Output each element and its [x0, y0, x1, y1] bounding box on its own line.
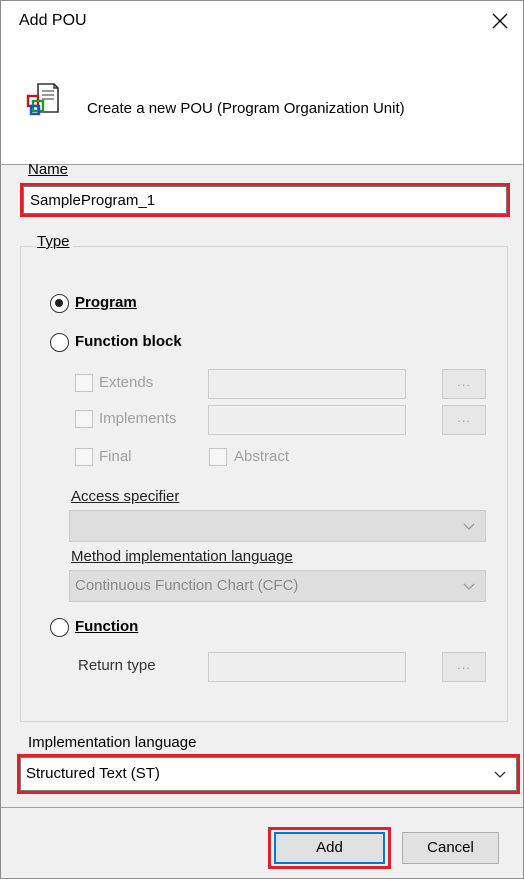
return-type-input[interactable] [208, 652, 406, 682]
access-specifier-label: Access specifier [71, 488, 180, 505]
dialog-header: Create a new POU (Program Organization U… [1, 41, 523, 165]
method-impl-label: Method implementation language [71, 548, 293, 565]
method-impl-value: Continuous Function Chart (CFC) [75, 577, 299, 594]
type-groupbox [20, 246, 508, 722]
program-label: Program [75, 294, 137, 311]
abstract-checkbox[interactable] [209, 448, 227, 466]
type-group-label: Type [34, 233, 73, 250]
add-button[interactable]: Add [274, 832, 385, 864]
extends-checkbox[interactable] [75, 374, 93, 392]
access-specifier-select[interactable] [69, 510, 486, 542]
extends-label: Extends [99, 374, 154, 391]
implements-browse-button[interactable]: ... [442, 405, 486, 435]
function-radio[interactable] [50, 618, 69, 637]
chevron-down-icon [463, 583, 475, 590]
abstract-label: Abstract [234, 448, 290, 465]
dialog-title: Add POU [19, 12, 87, 29]
return-type-browse-button[interactable]: ... [442, 652, 486, 682]
method-impl-select[interactable]: Continuous Function Chart (CFC) [69, 570, 486, 602]
final-label: Final [99, 448, 132, 465]
chevron-down-icon [494, 771, 506, 778]
footer-divider [1, 807, 523, 808]
implementation-language-select[interactable]: Structured Text (ST) [20, 757, 517, 791]
dialog-content: Name Type Program Function block Extends… [1, 161, 523, 806]
implementation-language-value: Structured Text (ST) [26, 765, 160, 782]
function-block-radio[interactable] [50, 333, 69, 352]
cancel-button[interactable]: Cancel [402, 832, 499, 864]
implements-input[interactable] [208, 405, 406, 435]
close-icon [492, 13, 508, 29]
title-bar: Add POU [1, 1, 523, 41]
pou-document-icon [26, 83, 59, 116]
dialog-description: Create a new POU (Program Organization U… [87, 100, 405, 117]
name-label: Name [28, 161, 69, 178]
close-button[interactable] [477, 1, 523, 41]
program-radio[interactable] [50, 294, 69, 313]
implements-label: Implements [99, 410, 177, 427]
chevron-down-icon [463, 523, 475, 530]
implementation-language-label: Implementation language [28, 734, 197, 751]
function-block-label: Function block [75, 333, 182, 350]
final-checkbox[interactable] [75, 448, 93, 466]
add-pou-dialog: Add POU Create a new POU (Program Organi… [0, 0, 524, 879]
extends-browse-button[interactable]: ... [442, 369, 486, 399]
extends-input[interactable] [208, 369, 406, 399]
return-type-label: Return type [78, 657, 156, 674]
function-label: Function [75, 618, 139, 635]
name-input[interactable] [23, 186, 507, 214]
implements-checkbox[interactable] [75, 410, 93, 428]
